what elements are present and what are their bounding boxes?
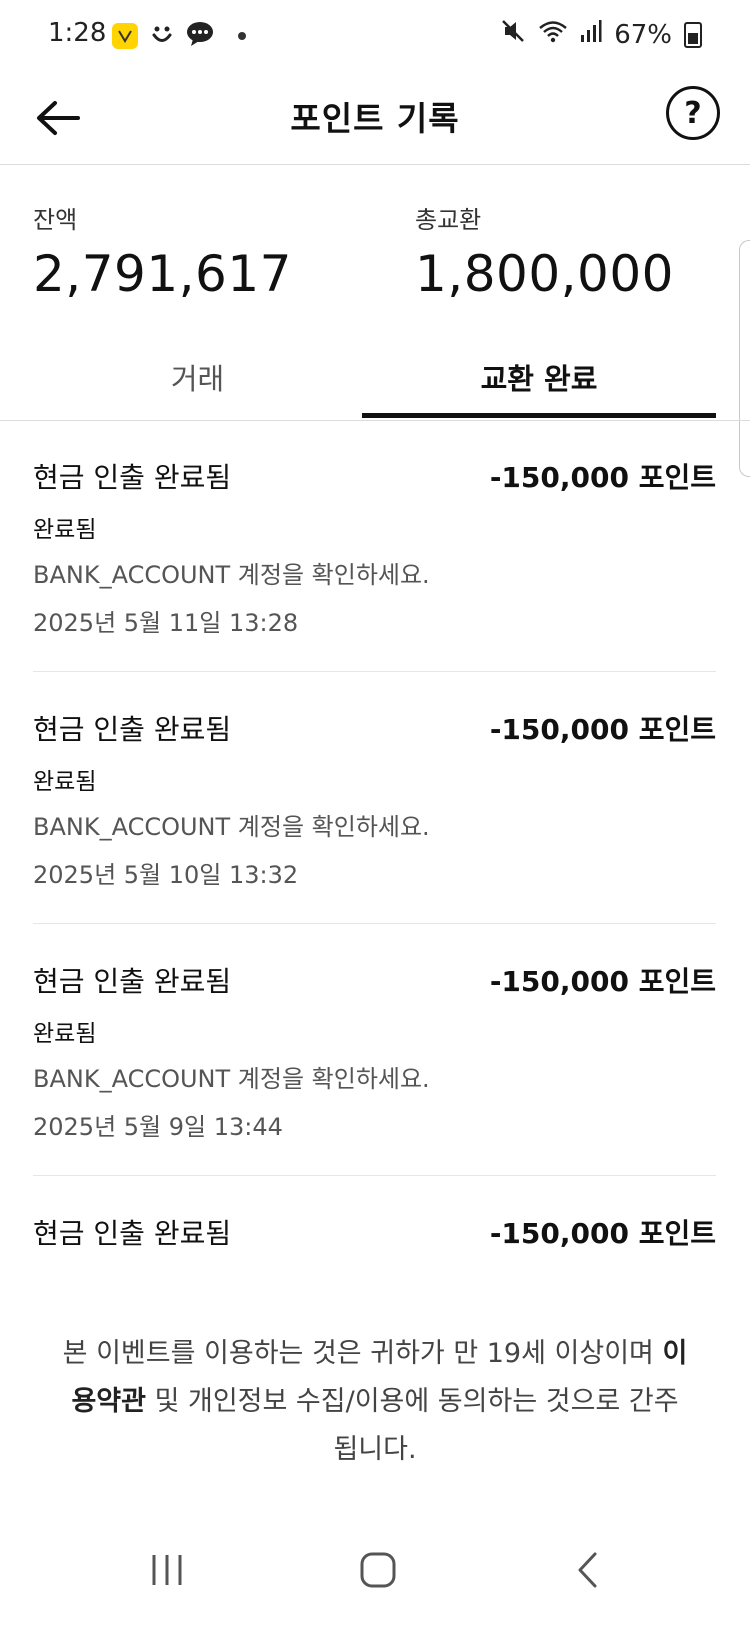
status-bar: 1:28 67% bbox=[0, 0, 750, 72]
question-mark-icon: ? bbox=[684, 95, 702, 131]
disclaimer-text-start: 본 이벤트를 이용하는 것은 귀하가 만 19세 이상이며 bbox=[62, 1338, 663, 1369]
battery-percent: 67% bbox=[614, 19, 672, 50]
home-button[interactable] bbox=[338, 1540, 418, 1600]
list-item[interactable]: 현금 인출 완료됨 -150,000 포인트 완료됨 BANK_ACCOUNT … bbox=[33, 924, 716, 1176]
points-summary: 잔액 2,791,617 총교환 1,800,000 bbox=[0, 200, 750, 310]
record-date: 2025년 5월 10일 13:32 bbox=[33, 861, 299, 889]
help-button[interactable]: ? bbox=[666, 86, 720, 140]
terms-disclaimer: 본 이벤트를 이용하는 것은 귀하가 만 19세 이상이며 이용약관 및 개인정… bbox=[60, 1330, 690, 1474]
system-back-button[interactable] bbox=[548, 1540, 628, 1600]
chevron-left-icon bbox=[578, 1552, 597, 1588]
record-description: BANK_ACCOUNT 계정을 확인하세요. bbox=[33, 813, 430, 841]
record-status: 완료됨 bbox=[33, 1021, 97, 1047]
status-right: 67% bbox=[500, 18, 702, 51]
record-date: 2025년 5월 11일 13:28 bbox=[33, 609, 299, 637]
battery-icon bbox=[684, 21, 702, 48]
record-status: 완료됨 bbox=[33, 769, 97, 795]
balance-label: 잔액 bbox=[33, 206, 78, 234]
recent-apps-button[interactable] bbox=[127, 1540, 207, 1600]
signal-icon bbox=[580, 19, 602, 50]
record-description: BANK_ACCOUNT 계정을 확인하세요. bbox=[33, 561, 430, 589]
list-fade-overlay bbox=[0, 1245, 750, 1275]
tab-transactions[interactable]: 거래 bbox=[33, 356, 362, 420]
record-title: 현금 인출 완료됨 bbox=[33, 965, 232, 998]
tab-exchange-completed[interactable]: 교환 완료 bbox=[362, 356, 716, 420]
record-description: BANK_ACCOUNT 계정을 확인하세요. bbox=[33, 1065, 430, 1093]
total-exchange-value: 1,800,000 bbox=[415, 245, 674, 303]
app-header: 포인트 기록 ? bbox=[0, 72, 750, 165]
record-date: 2025년 5월 9일 13:44 bbox=[33, 1113, 283, 1141]
wifi-icon bbox=[538, 19, 568, 50]
recent-apps-icon bbox=[152, 1555, 182, 1585]
total-exchange-label: 총교환 bbox=[415, 206, 482, 234]
list-item[interactable]: 현금 인출 완료됨 -150,000 포인트 완료됨 BANK_ACCOUNT … bbox=[33, 672, 716, 924]
record-amount: -150,000 포인트 bbox=[489, 713, 716, 746]
app-notification-icon bbox=[112, 23, 138, 49]
mute-icon bbox=[500, 18, 526, 51]
list-item[interactable]: 현금 인출 완료됨 -150,000 포인트 완료됨 BANK_ACCOUNT … bbox=[33, 420, 716, 672]
record-title: 현금 인출 완료됨 bbox=[33, 713, 232, 746]
record-amount: -150,000 포인트 bbox=[489, 461, 716, 494]
chat-bubble-icon bbox=[186, 21, 214, 51]
total-exchange-block: 총교환 1,800,000 bbox=[415, 200, 674, 303]
record-status: 완료됨 bbox=[33, 517, 97, 543]
smile-app-icon bbox=[148, 20, 176, 52]
tab-bar: 거래 교환 완료 bbox=[0, 340, 750, 421]
status-time: 1:28 bbox=[48, 18, 107, 48]
record-amount: -150,000 포인트 bbox=[489, 965, 716, 998]
page-title: 포인트 기록 bbox=[290, 99, 460, 138]
home-icon bbox=[360, 1552, 396, 1588]
active-tab-indicator bbox=[362, 413, 716, 418]
balance-block: 잔액 2,791,617 bbox=[33, 200, 292, 303]
disclaimer-text-end: 및 개인정보 수집/이용에 동의하는 것으로 간주됩니다. bbox=[145, 1386, 679, 1465]
notification-icons bbox=[112, 20, 246, 52]
exchange-record-list[interactable]: 현금 인출 완료됨 -150,000 포인트 완료됨 BANK_ACCOUNT … bbox=[33, 420, 716, 1266]
more-notifications-dot-icon bbox=[238, 32, 246, 40]
balance-value: 2,791,617 bbox=[33, 245, 292, 303]
system-navigation-bar bbox=[0, 1520, 750, 1625]
record-title: 현금 인출 완료됨 bbox=[33, 461, 232, 494]
